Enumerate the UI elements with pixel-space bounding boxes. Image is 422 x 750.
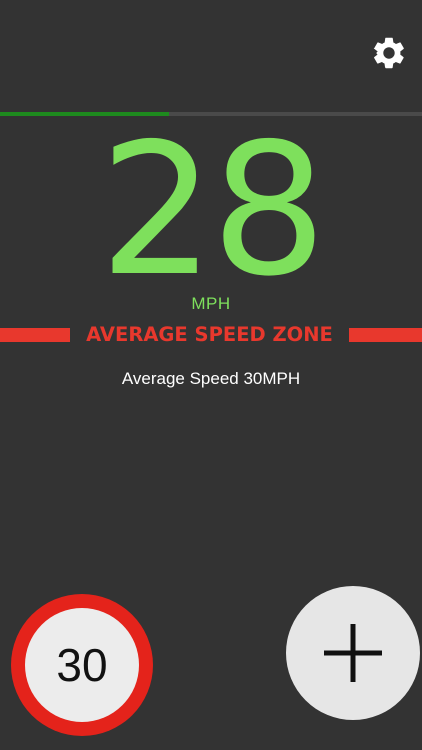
average-speed-text: Average Speed 30MPH: [121, 369, 301, 388]
current-speed-value: 28: [99, 104, 327, 316]
plus-icon: [324, 624, 382, 682]
speed-limit-sign-button[interactable]: 30: [11, 594, 153, 736]
speed-limit-value: 30: [56, 639, 108, 691]
add-button[interactable]: [286, 586, 420, 720]
zone-bar-left: [0, 328, 70, 342]
speed-unit-label: MPH: [191, 294, 231, 313]
gear-icon: [373, 37, 404, 69]
settings-button[interactable]: [370, 34, 408, 72]
zone-bar-right: [349, 328, 422, 342]
zone-label: AVERAGE SPEED ZONE: [86, 323, 333, 346]
